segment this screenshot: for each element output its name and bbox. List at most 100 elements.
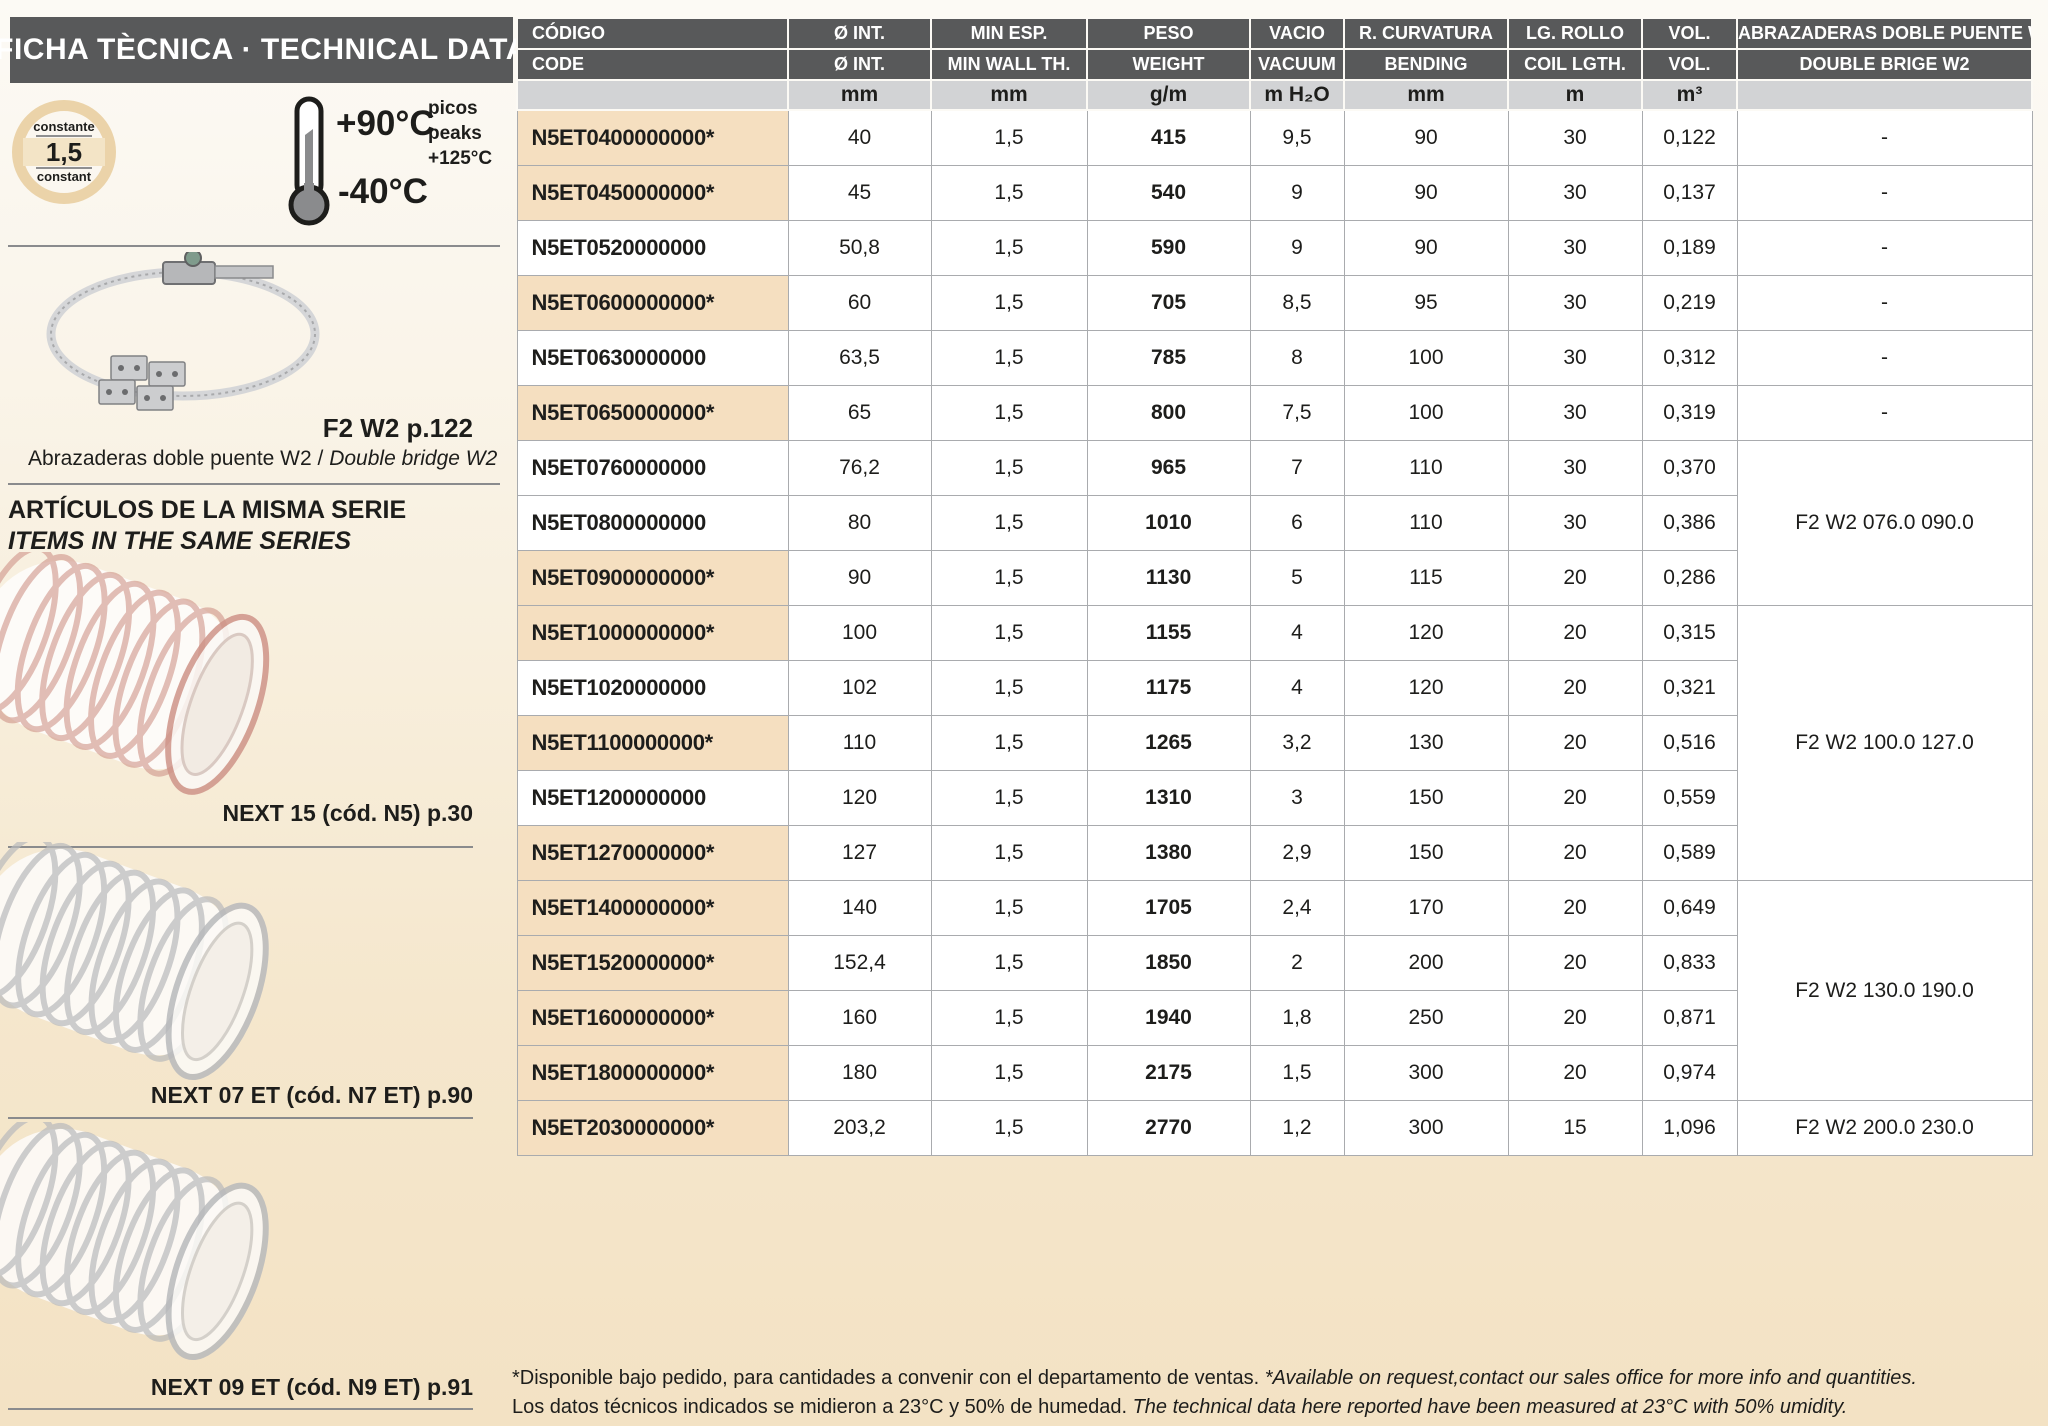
value-cell: 200 [1344, 936, 1508, 991]
code-cell: N5ET1400000000* [517, 881, 788, 936]
value-cell: 1,096 [1642, 1101, 1737, 1156]
column-unit: g/m [1087, 80, 1250, 110]
divider-rule [8, 1117, 473, 1119]
constant-1-5-badge: constante 1,5 constant [12, 100, 116, 204]
value-cell: 0,122 [1642, 110, 1737, 166]
value-cell: 0,871 [1642, 991, 1737, 1046]
hose-image-next-07-et [0, 842, 302, 1087]
value-cell: 63,5 [788, 331, 931, 386]
value-cell: 115 [1344, 551, 1508, 606]
value-cell: 152,4 [788, 936, 931, 991]
value-cell: 300 [1344, 1101, 1508, 1156]
value-cell: 1265 [1087, 716, 1250, 771]
clamp-ref-cell: - [1737, 276, 2032, 331]
value-cell: 1,5 [931, 771, 1087, 826]
thermometer-icon [280, 95, 338, 227]
value-cell: 1,5 [931, 166, 1087, 221]
value-cell: 1130 [1087, 551, 1250, 606]
value-cell: 2770 [1087, 1101, 1250, 1156]
value-cell: 9 [1250, 221, 1344, 276]
value-cell: 40 [788, 110, 931, 166]
column-header-en: BENDING [1344, 49, 1508, 80]
value-cell: 80 [788, 496, 931, 551]
column-header-es: VOL. [1642, 18, 1737, 49]
value-cell: 1,2 [1250, 1101, 1344, 1156]
value-cell: 1,5 [931, 221, 1087, 276]
value-cell: 140 [788, 881, 931, 936]
double-bridge-clamp-image [25, 252, 335, 412]
value-cell: 127 [788, 826, 931, 881]
code-cell: N5ET0450000000* [517, 166, 788, 221]
value-cell: 203,2 [788, 1101, 931, 1156]
value-cell: 0,286 [1642, 551, 1737, 606]
value-cell: 1380 [1087, 826, 1250, 881]
table-row: N5ET2030000000*203,21,527701,2300151,096… [517, 1101, 2032, 1156]
code-cell: N5ET1600000000* [517, 991, 788, 1046]
clamp-ref-cell: - [1737, 331, 2032, 386]
value-cell: 9 [1250, 166, 1344, 221]
peaks-label-en: peaks [428, 121, 492, 146]
value-cell: 1850 [1087, 936, 1250, 991]
code-cell: N5ET0760000000 [517, 441, 788, 496]
code-cell: N5ET0800000000 [517, 496, 788, 551]
hose-caption-next-07-et: NEXT 07 ET (cód. N7 ET) p.90 [0, 1082, 473, 1109]
code-cell: N5ET0900000000* [517, 551, 788, 606]
code-cell: N5ET1200000000 [517, 771, 788, 826]
column-header-es: LG. ROLLO [1508, 18, 1642, 49]
value-cell: 1,5 [1250, 1046, 1344, 1101]
value-cell: 0,370 [1642, 441, 1737, 496]
clamp-ref-cell: F2 W2 100.0 127.0 [1737, 606, 2032, 881]
value-cell: 20 [1508, 881, 1642, 936]
value-cell: 8 [1250, 331, 1344, 386]
column-header-es: R. CURVATURA [1344, 18, 1508, 49]
value-cell: 0,312 [1642, 331, 1737, 386]
clamp-ref-cell: - [1737, 386, 2032, 441]
value-cell: 0,137 [1642, 166, 1737, 221]
value-cell: 9,5 [1250, 110, 1344, 166]
value-cell: 102 [788, 661, 931, 716]
clamp-ref-cell: F2 W2 200.0 230.0 [1737, 1101, 2032, 1156]
column-header-en: CODE [517, 49, 788, 80]
value-cell: 120 [1344, 606, 1508, 661]
value-cell: 1,5 [931, 441, 1087, 496]
value-cell: 100 [788, 606, 931, 661]
value-cell: 1,5 [931, 496, 1087, 551]
value-cell: 30 [1508, 441, 1642, 496]
value-cell: 30 [1508, 331, 1642, 386]
value-cell: 1,5 [931, 1101, 1087, 1156]
value-cell: 590 [1087, 221, 1250, 276]
table-row: N5ET063000000063,51,57858100300,312- [517, 331, 2032, 386]
value-cell: 0,589 [1642, 826, 1737, 881]
value-cell: 15 [1508, 1101, 1642, 1156]
column-header-en: DOUBLE BRIGE W2 [1737, 49, 2032, 80]
value-cell: 95 [1344, 276, 1508, 331]
value-cell: 150 [1344, 771, 1508, 826]
code-cell: N5ET2030000000* [517, 1101, 788, 1156]
divider-rule [8, 483, 500, 485]
clamp-ref-cell: - [1737, 166, 2032, 221]
value-cell: 1,5 [931, 991, 1087, 1046]
value-cell: 110 [1344, 496, 1508, 551]
value-cell: 1175 [1087, 661, 1250, 716]
value-cell: 0,321 [1642, 661, 1737, 716]
value-cell: 20 [1508, 771, 1642, 826]
value-cell: 180 [788, 1046, 931, 1101]
clamp-caption-en: Double bridge W2 [329, 447, 497, 470]
value-cell: 100 [1344, 331, 1508, 386]
value-cell: 60 [788, 276, 931, 331]
code-cell: N5ET1800000000* [517, 1046, 788, 1101]
value-cell: 150 [1344, 826, 1508, 881]
column-header-es: PESO [1087, 18, 1250, 49]
divider-rule [8, 1408, 473, 1410]
value-cell: 0,649 [1642, 881, 1737, 936]
column-unit: mm [1344, 80, 1508, 110]
column-header-en: VACUUM [1250, 49, 1344, 80]
value-cell: 7,5 [1250, 386, 1344, 441]
code-cell: N5ET1100000000* [517, 716, 788, 771]
badge-top-label: constante [33, 120, 94, 134]
footnote-measurement: Los datos técnicos indicados se midieron… [512, 1393, 1917, 1422]
value-cell: 20 [1508, 606, 1642, 661]
value-cell: 20 [1508, 551, 1642, 606]
table-row: N5ET1400000000*1401,517052,4170200,649F2… [517, 881, 2032, 936]
code-cell: N5ET1520000000* [517, 936, 788, 991]
